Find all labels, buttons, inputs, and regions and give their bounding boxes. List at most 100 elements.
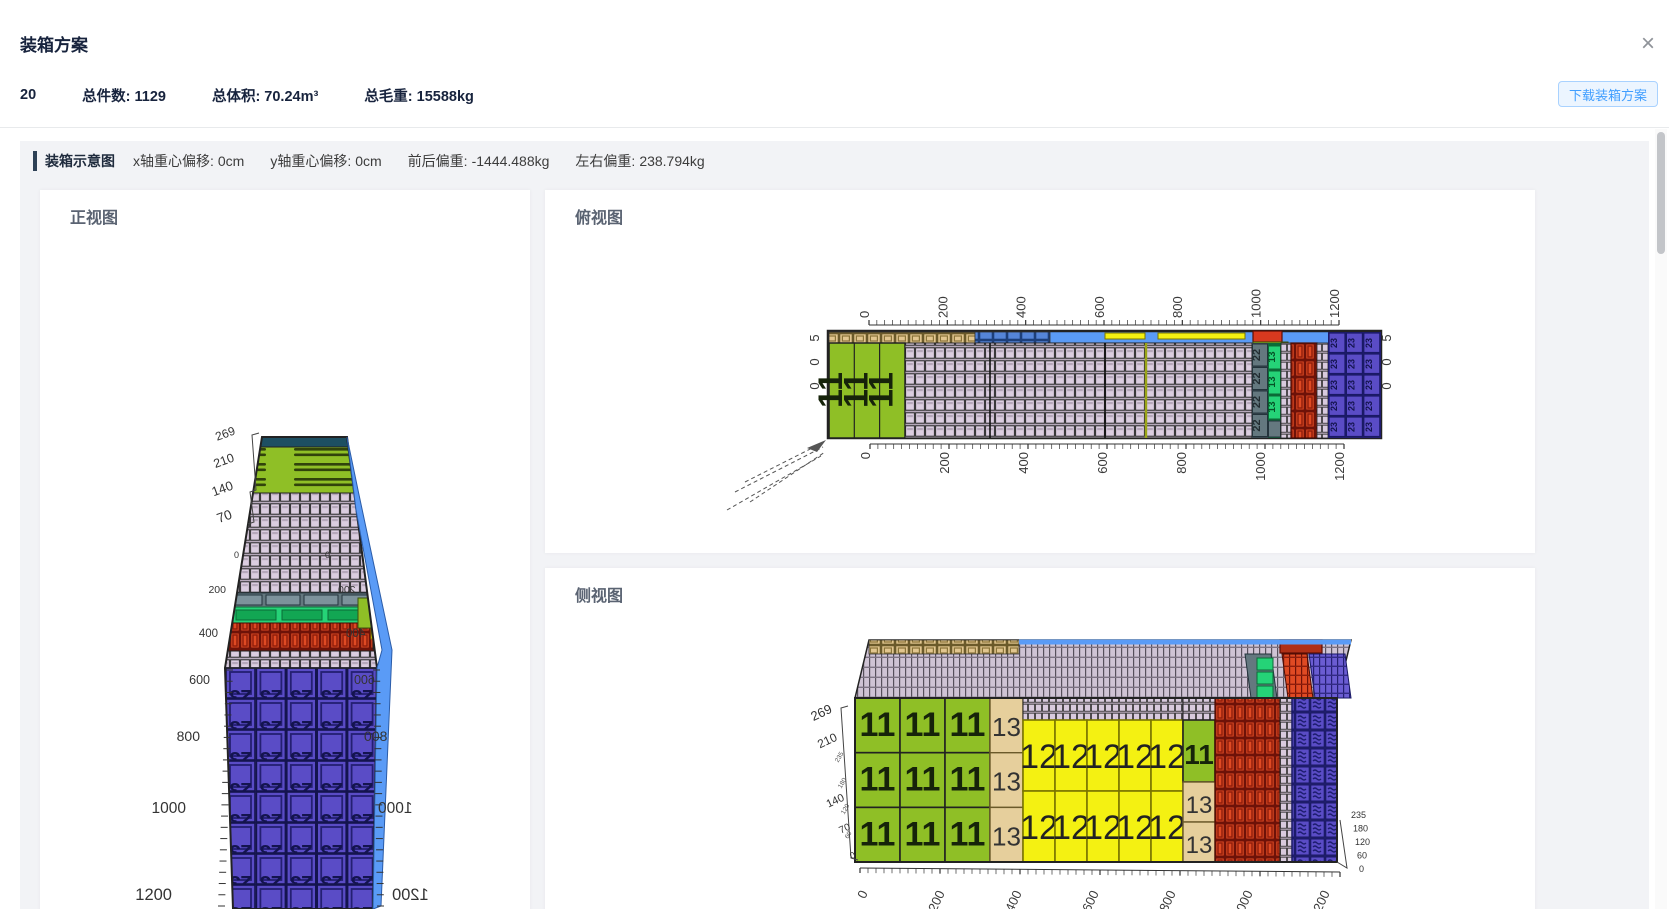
svg-text:200: 200 [925,888,948,909]
svg-text:600: 600 [1092,296,1107,318]
svg-text:60: 60 [1357,851,1367,861]
svg-text:13: 13 [1267,351,1278,363]
svg-text:11: 11 [860,706,896,744]
stat-total-volume: 总体积:70.24m³ [212,85,318,106]
svg-text:23: 23 [351,902,373,909]
svg-text:23: 23 [1346,380,1356,390]
svg-text:23: 23 [1346,401,1356,411]
svg-text:1000: 1000 [152,800,187,817]
svg-text:0: 0 [854,888,871,901]
svg-text:23: 23 [1329,359,1339,369]
svg-text:23: 23 [1329,401,1339,411]
svg-text:22: 22 [1251,372,1263,384]
svg-text:23: 23 [1364,380,1374,390]
svg-text:1200: 1200 [1327,289,1342,318]
svg-text:600: 600 [1079,888,1102,909]
svg-text:235: 235 [1351,810,1366,820]
svg-text:13: 13 [1186,832,1213,859]
svg-text:0: 0 [234,550,239,560]
packing-plan-modal: 装箱方案 × 20 总件数:1129 总体积:70.24m³ 总毛重:15588… [0,0,1669,909]
svg-text:11: 11 [1184,739,1214,770]
metric-left-right-bias: 左右偏重:238.794kg [575,151,704,171]
side-view-panel: 侧视图 111111111111111111131313121212121212… [545,568,1535,909]
svg-text:200: 200 [937,452,952,474]
svg-text:1000: 1000 [1253,452,1268,481]
scrollbar-thumb[interactable] [1657,132,1665,254]
page-title: 装箱方案 [20,31,88,56]
svg-text:13: 13 [992,767,1021,797]
svg-text:12: 12 [1148,738,1186,776]
svg-text:1200: 1200 [1332,452,1347,481]
svg-text:0: 0 [858,452,873,459]
svg-text:11: 11 [950,706,986,744]
svg-text:1200: 1200 [392,886,429,904]
svg-text:210: 210 [815,730,839,751]
close-icon[interactable]: × [1634,30,1662,58]
svg-text:269: 269 [808,701,834,724]
svg-text:210: 210 [212,451,236,471]
svg-text:0: 0 [1359,864,1364,874]
scrollbar-track[interactable] [1655,129,1667,909]
svg-text:0: 0 [325,550,330,560]
svg-text:23: 23 [260,902,282,909]
svg-text:23: 23 [1346,422,1356,432]
svg-text:0: 0 [1379,382,1394,389]
svg-text:180: 180 [1353,824,1368,834]
svg-text:600: 600 [354,673,375,687]
svg-text:800: 800 [1156,888,1179,909]
svg-text:11: 11 [950,761,986,799]
svg-text:200: 200 [338,584,356,596]
svg-text:11: 11 [950,815,986,853]
front-view-panel: 正视图 232323232323232323232323232323232323… [40,190,530,909]
svg-text:23: 23 [1364,401,1374,411]
svg-text:13: 13 [1267,401,1278,413]
svg-text:11: 11 [860,761,896,799]
svg-text:600: 600 [1095,452,1110,474]
svg-text:11: 11 [860,815,896,853]
svg-text:23: 23 [1329,380,1339,390]
front-view-plot: 2323232323232323232323232323232323232323… [40,190,530,909]
svg-text:1000: 1000 [1249,289,1264,318]
top-view-plot: 0020020040040060060080080010001000120012… [545,190,1535,553]
summary-bar: 20 总件数:1129 总体积:70.24m³ 总毛重:15588kg [20,84,520,106]
svg-text:0: 0 [807,382,822,389]
svg-text:400: 400 [346,628,365,640]
svg-text:140: 140 [210,478,236,500]
top-view-panel: 俯视图 002002004004006006008008001000100012… [545,190,1535,553]
svg-text:5: 5 [1379,334,1394,341]
side-view-plot: 1111111111111111111313131212121212121212… [545,568,1535,909]
svg-text:11: 11 [905,761,941,799]
svg-text:13: 13 [1186,792,1213,819]
svg-text:0: 0 [857,311,872,318]
svg-text:1000: 1000 [378,800,413,817]
svg-text:23: 23 [290,902,312,909]
svg-text:180: 180 [837,776,849,789]
svg-text:22: 22 [1251,396,1263,408]
svg-text:23: 23 [1346,338,1356,348]
svg-text:800: 800 [1170,296,1185,318]
svg-text:1200: 1200 [135,886,172,904]
diagram-title: 装箱示意图 [45,151,115,171]
svg-text:0: 0 [807,358,822,365]
svg-text:23: 23 [1364,359,1374,369]
svg-text:13: 13 [1267,376,1278,388]
container-number: 20 [20,87,36,103]
accent-bar [33,151,37,171]
svg-text:400: 400 [199,628,218,640]
svg-text:800: 800 [177,728,201,744]
metric-front-back-bias: 前后偏重:-1444.488kg [408,151,550,171]
metric-x-offset: x轴重心偏移:0cm [133,151,244,171]
svg-text:13: 13 [992,712,1021,742]
svg-text:23: 23 [1364,338,1374,348]
svg-text:1200: 1200 [1307,888,1333,909]
svg-text:23: 23 [1329,422,1339,432]
diagram-info-bar: 装箱示意图 x轴重心偏移:0cm y轴重心偏移:0cm 前后偏重:-1444.4… [33,149,731,173]
svg-text:5: 5 [807,334,822,341]
svg-text:23: 23 [1364,422,1374,432]
svg-text:12: 12 [1148,809,1186,847]
download-plan-button[interactable]: 下载装箱方案 [1558,81,1658,107]
stat-total-weight: 总毛重:15588kg [364,85,474,106]
svg-text:400: 400 [1002,888,1025,909]
svg-text:11: 11 [905,815,941,853]
svg-text:200: 200 [208,584,226,596]
